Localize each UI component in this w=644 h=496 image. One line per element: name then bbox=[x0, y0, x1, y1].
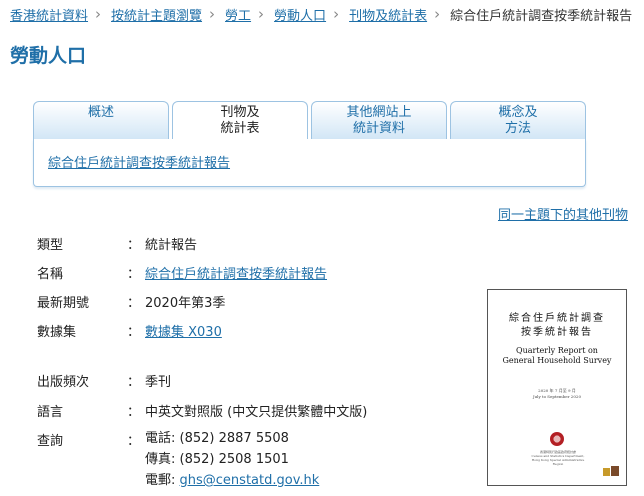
publication-link[interactable]: 綜合住戶統計調查按季統計報告 bbox=[48, 152, 230, 171]
language-value: 中英文對照版 (中文只提供繁體中文版) bbox=[145, 405, 368, 420]
type-value: 統計報告 bbox=[145, 238, 198, 253]
tab-concepts-label-2: 方法 bbox=[504, 121, 531, 136]
breadcrumb-hk-statistics[interactable]: 香港統計資料 bbox=[10, 5, 88, 24]
colon: ： bbox=[127, 267, 141, 282]
breadcrumb-browse-by-theme[interactable]: 按統計主題瀏覽 bbox=[111, 5, 202, 24]
tab-publications-label-2: 統計表 bbox=[220, 121, 260, 136]
tab-overview[interactable]: 概述 bbox=[33, 101, 169, 139]
colon: ： bbox=[127, 238, 141, 253]
tab-other-websites-label-2: 統計資料 bbox=[352, 121, 405, 136]
cover-title-zh-2: 按季統計報告 bbox=[521, 327, 593, 338]
email-line: 電郵: ghs@censtatd.gov.hk bbox=[145, 470, 319, 491]
government-seal-icon bbox=[550, 432, 564, 446]
breadcrumb: 香港統計資料 › 按統計主題瀏覽 › 勞工 › 勞動人口 › 刊物及統計表 › … bbox=[0, 0, 644, 28]
colon: ： bbox=[127, 434, 141, 449]
chevron-right-icon: › bbox=[209, 4, 216, 23]
colon: ： bbox=[127, 375, 141, 390]
colon: ： bbox=[127, 325, 141, 340]
dataset-link[interactable]: 數據集 X030 bbox=[145, 321, 222, 340]
cover-title-zh: 綜合住戶統計調查 按季統計報告 bbox=[488, 312, 626, 340]
dataset-label: 數據集 bbox=[37, 325, 77, 340]
tab-other-websites-label-1: 其他網站上 bbox=[346, 105, 412, 120]
breadcrumb-labour[interactable]: 勞工 bbox=[225, 5, 251, 24]
tab-publications[interactable]: 刊物及 統計表 bbox=[172, 101, 308, 140]
cover-title-en-2: General Household Survey bbox=[502, 356, 612, 365]
other-publications-link[interactable]: 同一主題下的其他刊物 bbox=[498, 204, 628, 223]
report-cover-image[interactable]: 綜合住戶統計調查 按季統計報告 Quarterly Report on Gene… bbox=[487, 289, 627, 486]
tab-publications-label-1: 刊物及 bbox=[220, 105, 260, 120]
colon: ： bbox=[127, 296, 141, 311]
tab-concepts-label-1: 概念及 bbox=[498, 105, 538, 120]
cover-period: 2020 年 7 月至 9 月 July to September 2020 bbox=[488, 388, 626, 400]
cover-title-en: Quarterly Report on General Household Su… bbox=[488, 346, 626, 366]
cover-title-en-1: Quarterly Report on bbox=[516, 346, 598, 355]
cover-period-en: July to September 2020 bbox=[532, 394, 581, 399]
cover-department: 香港特別行政區政府統計處 Census and Statistics Depar… bbox=[528, 450, 588, 466]
cover-title-zh-1: 綜合住戶統計調查 bbox=[509, 313, 605, 324]
chevron-right-icon: › bbox=[258, 4, 265, 23]
tab-concepts[interactable]: 概念及 方法 bbox=[450, 101, 586, 139]
fax-text: 傳真: (852) 2508 1501 bbox=[145, 452, 289, 467]
breadcrumb-labour-force[interactable]: 勞動人口 bbox=[274, 5, 326, 24]
frequency-label: 出版頻次 bbox=[37, 375, 90, 390]
email-prefix: 電郵: bbox=[145, 473, 180, 488]
brand-logo-icon bbox=[603, 466, 619, 476]
chevron-right-icon: › bbox=[333, 4, 340, 23]
chevron-right-icon: › bbox=[434, 4, 441, 23]
page-title: 勞動人口 bbox=[10, 45, 87, 67]
type-label: 類型 bbox=[37, 238, 64, 253]
chevron-right-icon: › bbox=[95, 4, 102, 23]
phone-text: 電話: (852) 2887 5508 bbox=[145, 431, 289, 446]
name-label: 名稱 bbox=[37, 267, 64, 282]
issue-value: 2020年第3季 bbox=[145, 296, 226, 311]
email-link[interactable]: ghs@censtatd.gov.hk bbox=[180, 473, 320, 488]
contact-details: 電話: (852) 2887 5508 傳真: (852) 2508 1501 … bbox=[145, 428, 319, 491]
enquiry-label: 查詢 bbox=[37, 434, 64, 449]
name-value-link[interactable]: 綜合住戶統計調查按季統計報告 bbox=[145, 263, 327, 282]
tab-overview-label: 概述 bbox=[87, 105, 114, 120]
breadcrumb-publications[interactable]: 刊物及統計表 bbox=[349, 5, 427, 24]
frequency-value: 季刊 bbox=[145, 375, 172, 390]
cover-dept-en: Census and Statistics Department, Hong K… bbox=[531, 454, 585, 466]
tab-panel: 綜合住戶統計調查按季統計報告 bbox=[33, 139, 586, 187]
language-label: 語言 bbox=[37, 405, 64, 420]
issue-label: 最新期號 bbox=[37, 296, 90, 311]
breadcrumb-current: 綜合住戶統計調查按季統計報告 bbox=[450, 8, 633, 24]
tab-bar: 概述 刊物及 統計表 其他網站上 統計資料 概念及 方法 綜合住戶統計調查按季統… bbox=[33, 101, 586, 187]
tab-other-websites[interactable]: 其他網站上 統計資料 bbox=[311, 101, 447, 139]
colon: ： bbox=[127, 405, 141, 420]
